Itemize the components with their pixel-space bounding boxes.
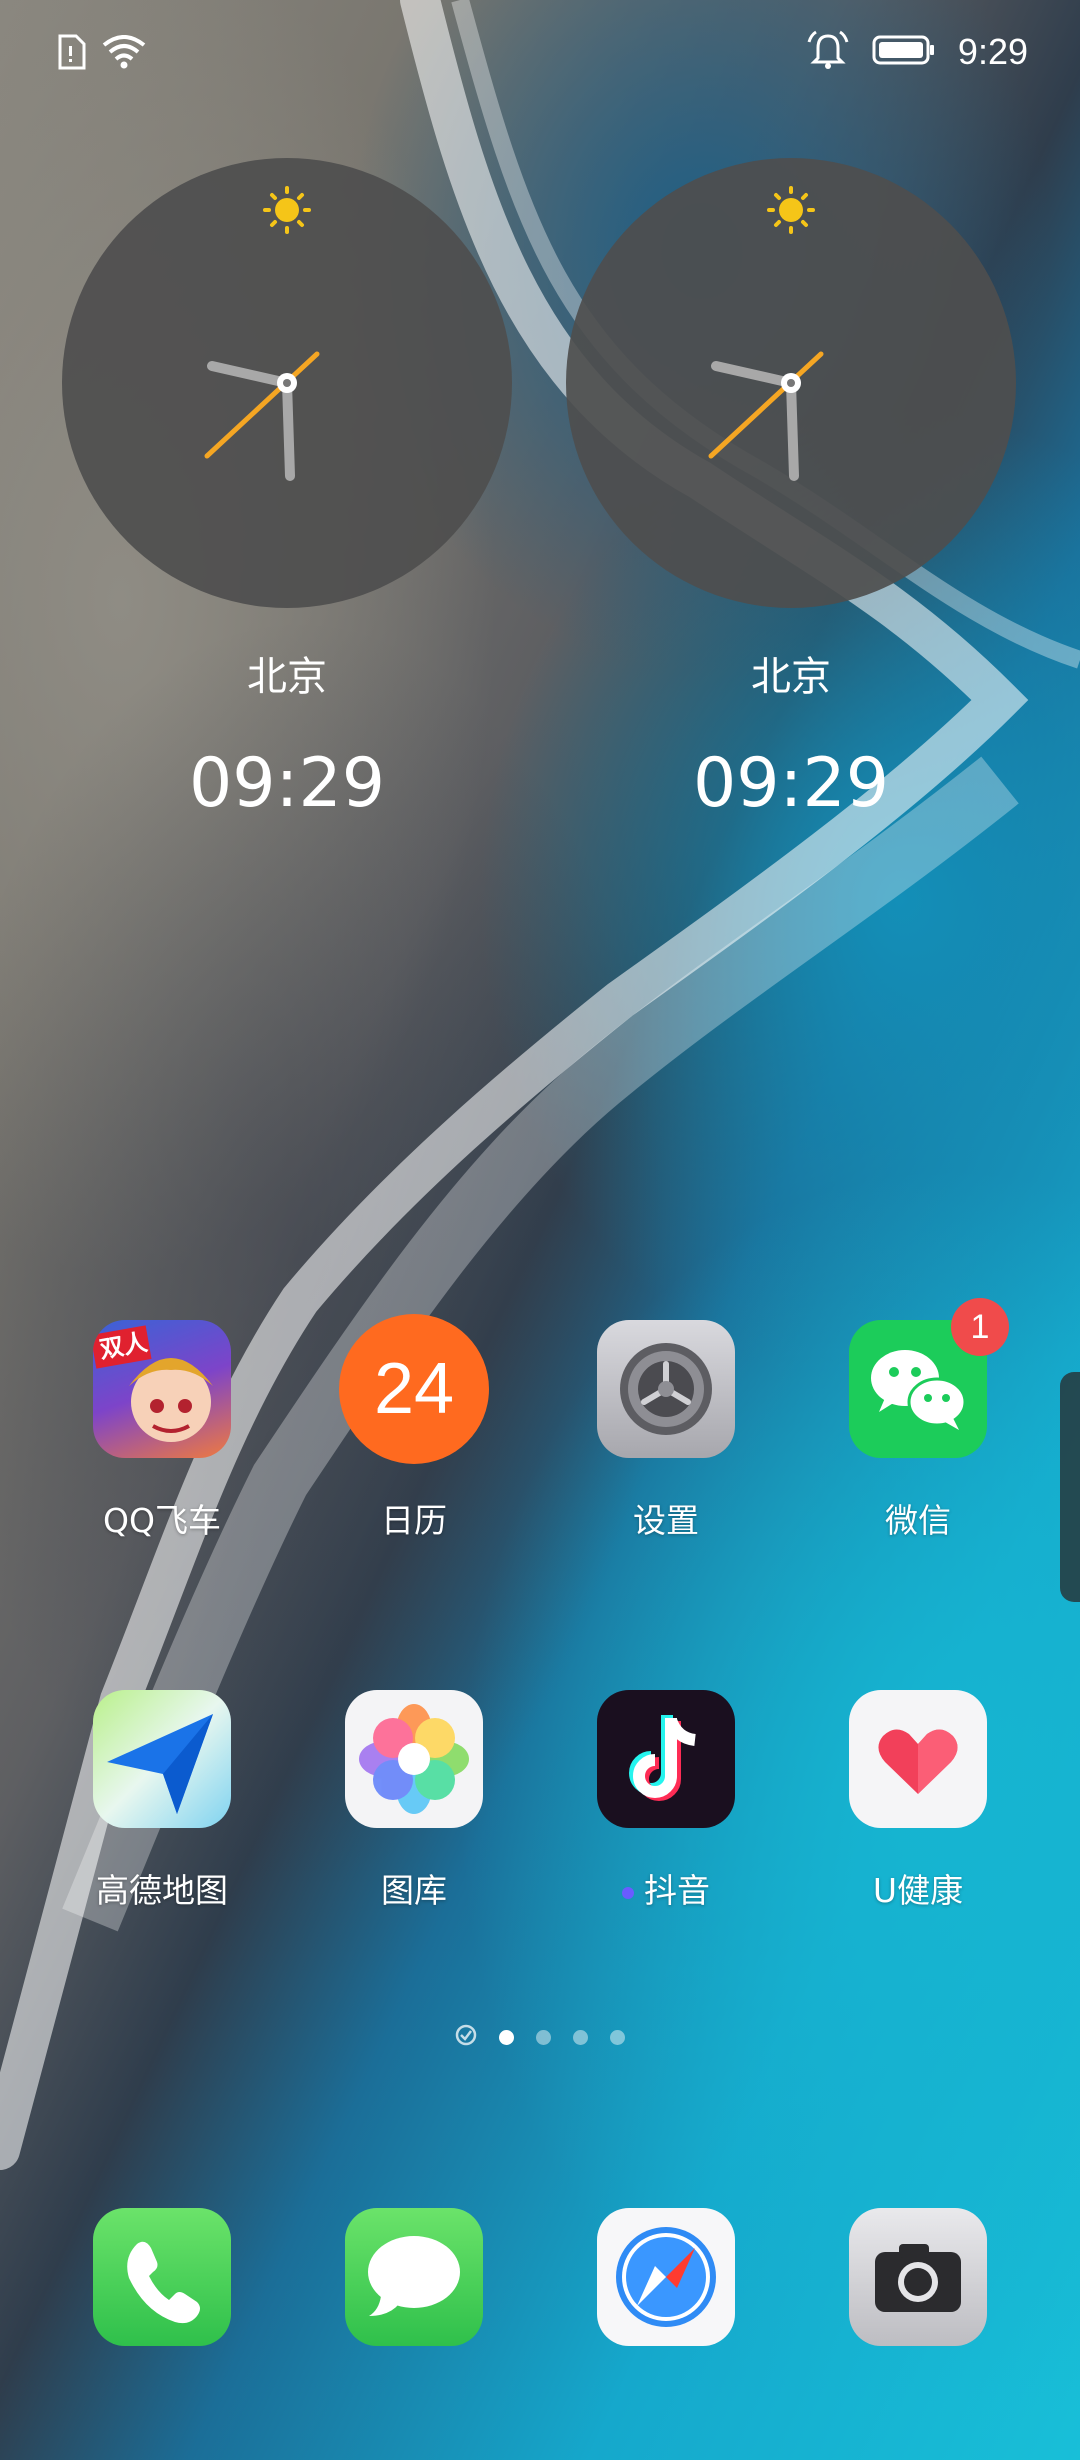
gallery-icon [345, 1690, 483, 1828]
clock-digital-time: 09:29 [189, 744, 385, 823]
app-douyin[interactable]: 抖音 [561, 1690, 771, 1912]
app-label: 日历 [381, 1501, 447, 1540]
qq-speed-icon: 双人 [93, 1320, 231, 1458]
wifi-icon [102, 35, 146, 73]
app-label: 抖音 [561, 1864, 771, 1912]
app-label: 高德地图 [96, 1871, 228, 1910]
settings-icon [597, 1320, 735, 1458]
status-bar: 9:29 [0, 0, 1080, 110]
app-label: U健康 [872, 1871, 964, 1910]
app-amap[interactable]: 高德地图 [57, 1690, 267, 1912]
wechat-icon: 1 [849, 1298, 1009, 1458]
check-circle-icon[interactable] [455, 2024, 477, 2050]
sun-icon [767, 186, 815, 234]
app-label: QQ飞车 [103, 1501, 221, 1540]
analog-clock [62, 158, 512, 608]
status-time: 9:29 [957, 31, 1028, 72]
page-dot[interactable] [536, 2029, 551, 2045]
world-clock-widget[interactable]: 北京 09:29 [566, 158, 1016, 823]
clock-city: 北京 [247, 654, 327, 700]
app-qq-speed[interactable]: 双人 QQ飞车 [57, 1320, 267, 1542]
page-dot[interactable] [610, 2029, 625, 2045]
messages-icon[interactable] [345, 2208, 483, 2346]
app-label: 微信 [885, 1501, 951, 1540]
camera-icon[interactable] [849, 2208, 987, 2346]
new-install-dot [622, 1886, 634, 1899]
app-u-health[interactable]: U健康 [813, 1690, 1023, 1912]
clock-city: 北京 [751, 654, 831, 700]
notification-badge: 1 [951, 1298, 1009, 1356]
page-dot[interactable] [573, 2029, 588, 2045]
app-settings[interactable]: 设置 [561, 1320, 771, 1542]
calendar-icon: 24 [339, 1314, 489, 1464]
sun-icon [263, 186, 311, 234]
app-wechat[interactable]: 1 微信 [813, 1298, 1023, 1542]
clock-digital-time: 09:29 [693, 744, 889, 823]
amap-icon [93, 1690, 231, 1828]
app-calendar[interactable]: 24 日历 [309, 1314, 519, 1542]
app-label-text: 抖音 [644, 1871, 710, 1910]
side-drawer-handle[interactable] [1060, 1372, 1080, 1602]
app-label: 设置 [633, 1501, 699, 1540]
health-icon [849, 1690, 987, 1828]
analog-clock [566, 158, 1016, 608]
page-dot-active[interactable] [499, 2029, 514, 2045]
sim-icon [56, 34, 86, 74]
world-clock-widget[interactable]: 北京 09:29 [62, 158, 512, 823]
alarm-bell-icon [806, 30, 850, 74]
phone-icon[interactable] [93, 2208, 231, 2346]
app-label: 图库 [381, 1871, 447, 1910]
page-indicator[interactable] [0, 2024, 1080, 2050]
app-gallery[interactable]: 图库 [309, 1690, 519, 1912]
battery-icon [872, 35, 936, 69]
calendar-day: 24 [373, 1349, 455, 1429]
douyin-icon [597, 1690, 735, 1828]
safari-icon[interactable] [597, 2208, 735, 2346]
